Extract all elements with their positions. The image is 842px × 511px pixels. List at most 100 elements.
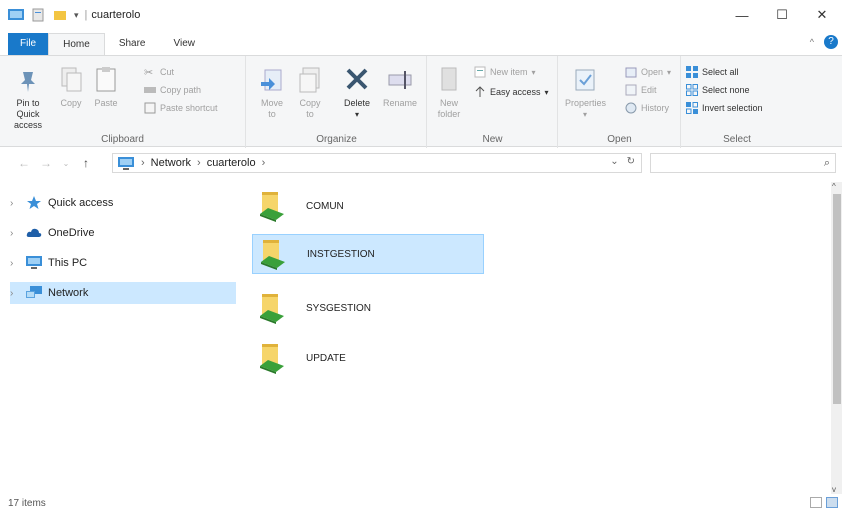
minimize-button[interactable]: — [722,0,762,30]
close-button[interactable]: ✕ [802,0,842,30]
clipboard-group: Pin to Quick access Copy Paste ✂ Cut Cop… [0,56,246,148]
new-folder-icon[interactable] [52,8,68,22]
open-group: Properties ▾ Open ▾ Edit History Open [559,56,681,148]
search-icon: ⌕ [823,157,830,169]
qat-dropdown-icon[interactable]: ▾ [74,10,79,21]
breadcrumb-network[interactable]: Network [151,157,191,169]
address-dropdown-icon[interactable]: ⌄ [610,156,618,167]
nav-item-quick-access[interactable]: › Quick access [10,192,236,214]
scroll-down-icon[interactable]: v [832,485,836,494]
folder-item[interactable]: COMUN [252,186,484,226]
select-group-label: Select [723,134,751,145]
nav-item-label: This PC [48,257,88,269]
properties-icon[interactable] [30,8,46,22]
computer-icon [26,256,42,269]
properties-icon [575,69,595,91]
cut-button[interactable]: ✂ Cut [144,64,174,80]
folder-item[interactable]: SYSGESTION [252,288,484,328]
network-folder-icon [260,344,284,374]
back-arrow-icon[interactable]: ← [16,156,32,170]
paste-shortcut-icon [144,102,156,114]
select-none-button[interactable]: Select none [686,82,750,98]
tab-view[interactable]: View [160,33,210,55]
open-button[interactable]: Open ▾ [625,64,671,80]
new-folder-button[interactable]: New folder [434,66,464,120]
file-list: COMUN INSTGESTION SYSGESTION UPDATE [248,182,828,487]
star-icon [27,196,41,209]
invert-selection-button[interactable]: Invert selection [686,100,763,116]
nav-item-this-pc[interactable]: › This PC [10,252,236,274]
network-folder-icon [261,240,285,270]
nav-item-onedrive[interactable]: › OneDrive [10,222,236,244]
pin-to-quick-access-button[interactable]: Pin to Quick access [4,66,52,131]
open-icon [625,67,637,78]
copy-path-button[interactable]: Copy path [144,82,201,98]
delete-icon [346,68,368,90]
search-input[interactable]: ⌕ [650,153,836,173]
properties-button[interactable]: Properties ▾ [565,66,606,120]
select-group: Select all Select none Invert selection … [682,56,792,148]
new-folder-icon [441,67,457,91]
copy-to-icon [299,67,320,93]
network-folder-icon [260,294,284,324]
select-all-button[interactable]: Select all [686,64,739,80]
ribbon-tabs: File Home Share View ^ ? [0,33,842,55]
forward-arrow-icon[interactable]: → [38,156,54,170]
chevron-right-icon[interactable]: › [10,288,20,299]
details-view-icon[interactable] [810,497,822,508]
edit-button[interactable]: Edit [625,82,657,98]
breadcrumb-cuarterolo[interactable]: cuarterolo [207,157,256,169]
edit-icon [625,84,637,96]
collapse-ribbon-icon[interactable]: ^ [810,37,814,47]
maximize-button[interactable]: ☐ [762,0,802,30]
folder-name: COMUN [306,200,344,212]
copy-to-button[interactable]: Copy to [295,66,325,120]
new-group-label: New [482,134,503,145]
vertical-scrollbar[interactable]: ^ v [831,182,842,494]
chevron-right-icon[interactable]: › [10,258,20,269]
paste-button[interactable]: Paste [90,66,122,109]
tab-share[interactable]: Share [105,33,160,55]
folder-item[interactable]: INSTGESTION [252,234,484,274]
paste-shortcut-button[interactable]: Paste shortcut [144,100,218,116]
window-title: cuarterolo [91,9,141,21]
folder-item[interactable]: UPDATE [252,338,484,378]
invert-selection-icon [686,102,698,114]
recent-locations-icon[interactable]: ⌄ [58,159,74,168]
copy-button[interactable]: Copy [56,66,86,109]
tab-file[interactable]: File [8,33,49,55]
help-icon[interactable]: ? [824,35,838,49]
status-bar: 17 items [0,496,842,511]
nav-item-network[interactable]: › Network [10,282,236,304]
new-group: New folder New item ▾ Easy access ▾ New [428,56,558,148]
scroll-up-icon[interactable]: ^ [832,182,836,191]
ribbon: Pin to Quick access Copy Paste ✂ Cut Cop… [0,55,842,148]
history-button[interactable]: History [625,100,669,116]
up-arrow-icon[interactable]: ↑ [78,156,94,170]
rename-button[interactable]: Rename [381,66,419,109]
address-bar[interactable]: › Network › cuarterolo › ⌄ ↻ [112,153,642,173]
delete-dropdown-icon[interactable]: ▾ [339,109,375,120]
clipboard-group-label: Clipboard [101,134,144,145]
delete-button[interactable]: Delete ▾ [339,66,375,120]
quick-access-toolbar: ▾ | [0,8,87,22]
refresh-icon[interactable]: ↻ [627,156,635,167]
open-group-label: Open [607,134,632,145]
network-folder-icon [260,192,284,222]
scrollbar-thumb[interactable] [833,194,841,404]
paste-icon [96,67,116,92]
explorer-icon [8,9,24,20]
nav-item-label: Quick access [48,197,114,209]
rename-icon [388,71,412,89]
new-item-button[interactable]: New item ▾ [474,64,536,80]
cloud-icon [26,228,42,237]
title-bar: ▾ | cuarterolo — ☐ ✕ [0,0,842,30]
easy-access-button[interactable]: Easy access ▾ [474,84,549,100]
select-none-icon [686,84,698,96]
chevron-right-icon[interactable]: › [10,198,20,209]
tab-home[interactable]: Home [48,33,105,55]
organize-group-label: Organize [316,134,357,145]
large-icons-view-icon[interactable] [826,497,838,508]
move-to-button[interactable]: Move to [257,66,287,120]
chevron-right-icon[interactable]: › [10,228,20,239]
